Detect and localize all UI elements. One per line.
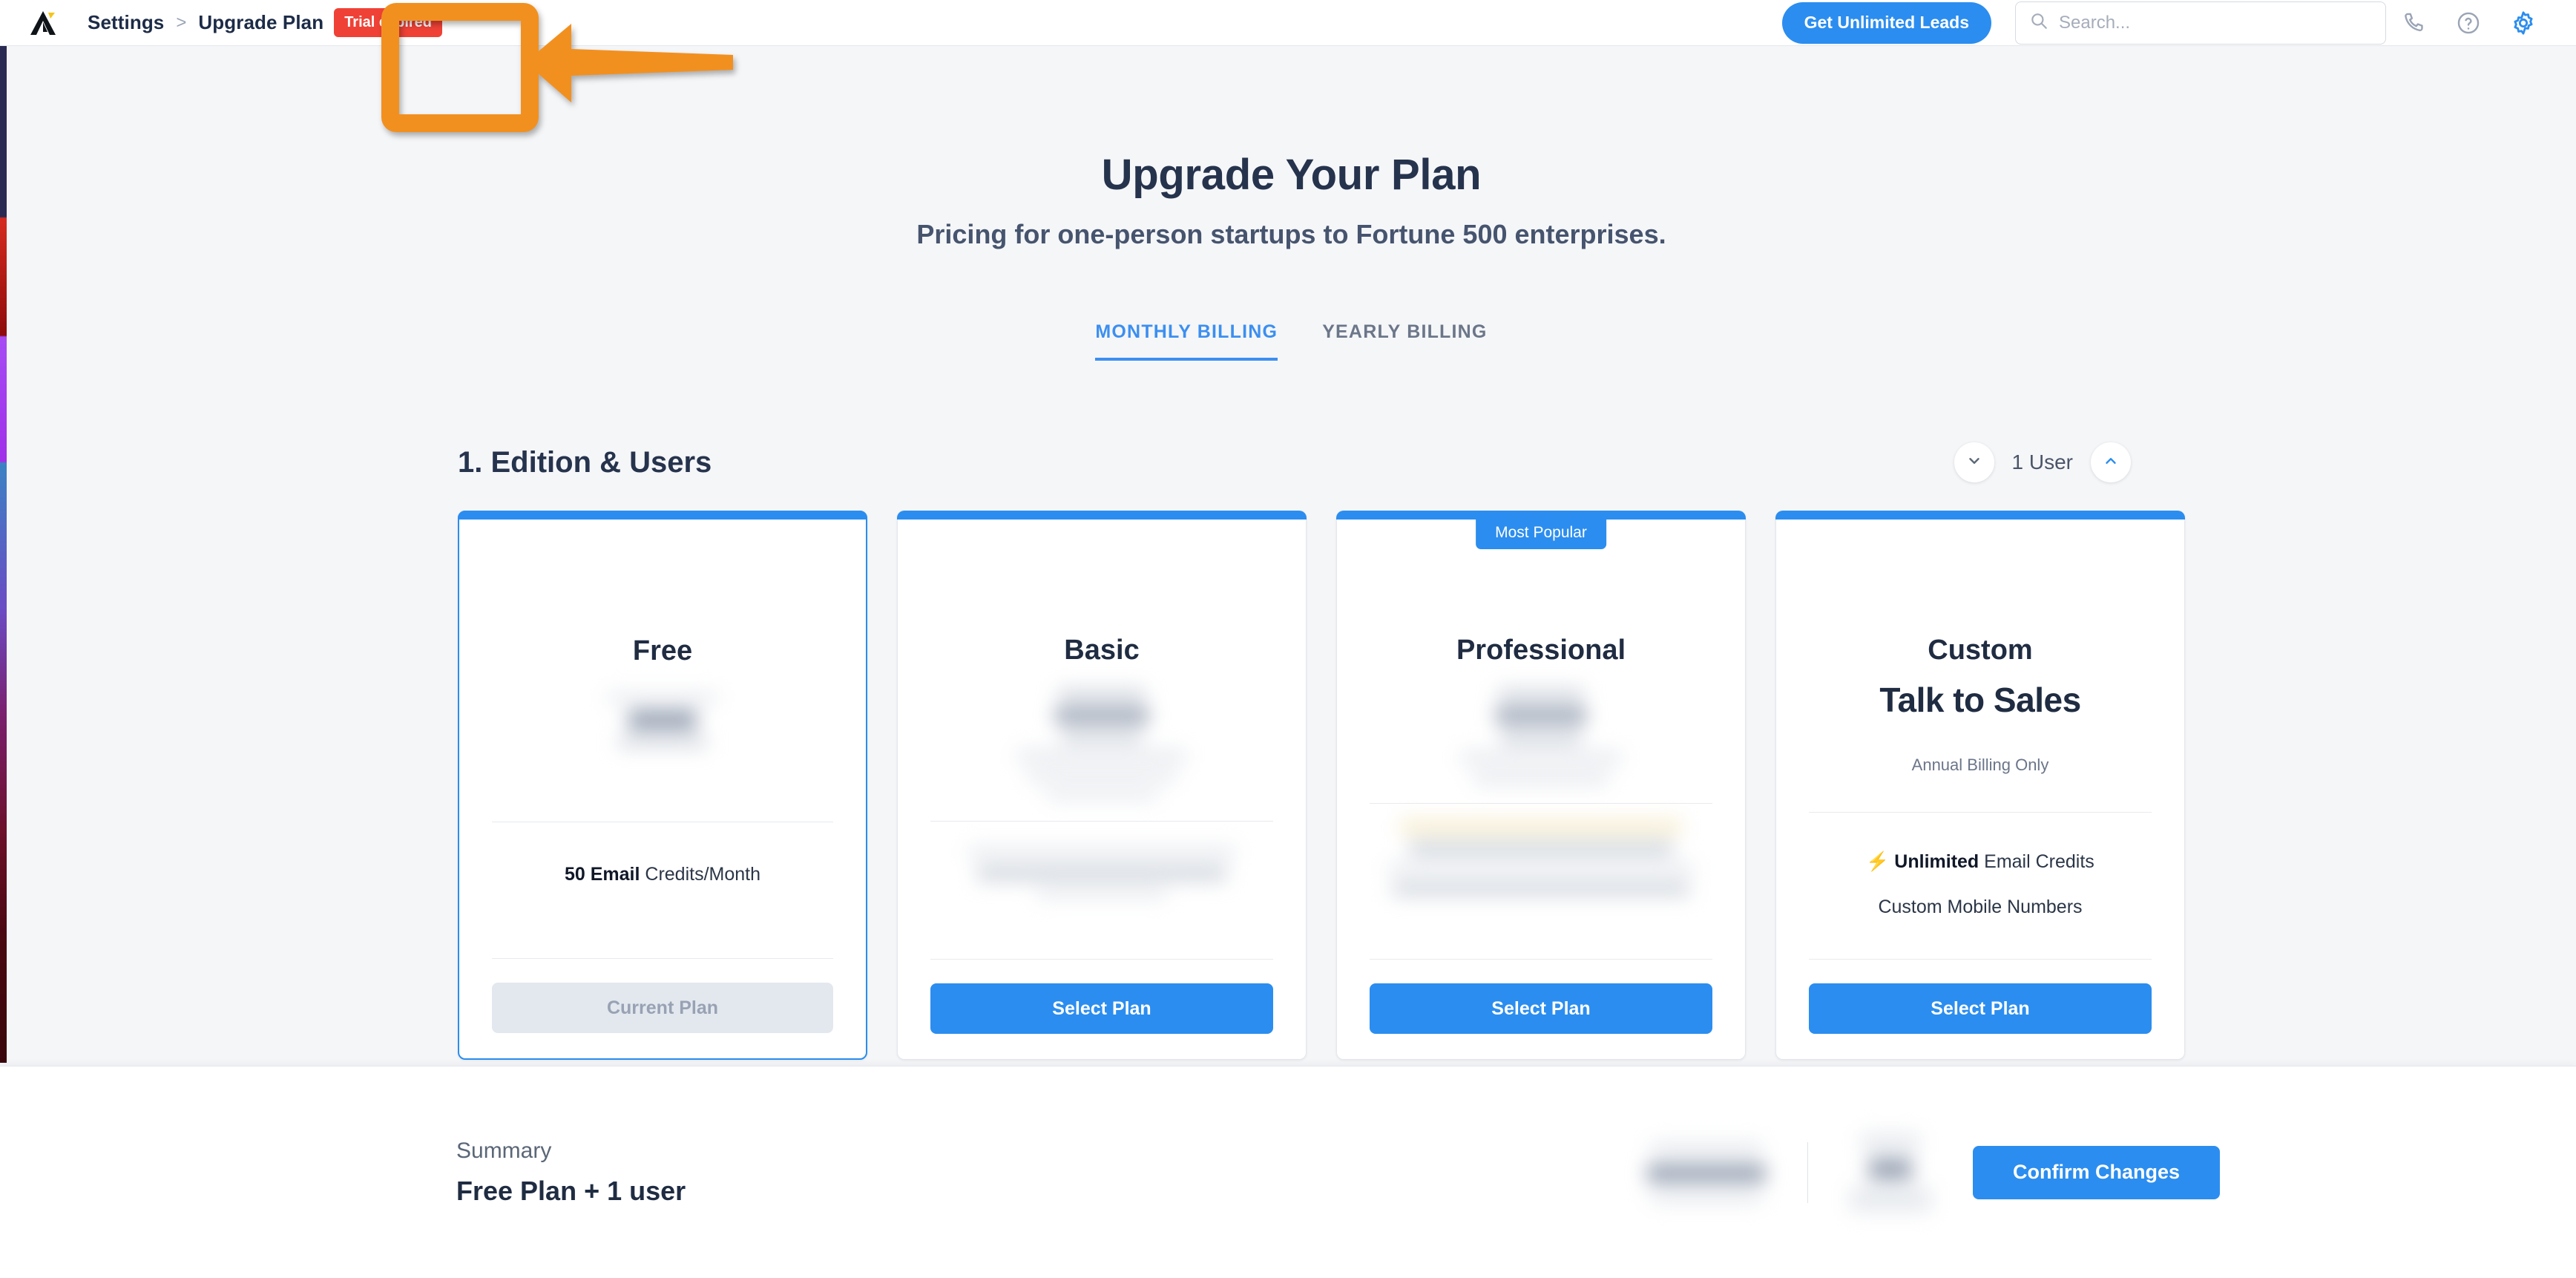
section-title: 1. Edition & Users bbox=[458, 445, 712, 479]
divider bbox=[1807, 1141, 1808, 1203]
card-accent-bar bbox=[458, 511, 867, 520]
summary-actions: Confirm Changes bbox=[1646, 1133, 2220, 1212]
page-subtitle: Pricing for one-person startups to Fortu… bbox=[916, 219, 1666, 249]
plan-name: Professional bbox=[1456, 635, 1626, 666]
user-count-value: 1 User bbox=[2011, 450, 2073, 473]
breadcrumb: Settings > Upgrade Plan bbox=[88, 11, 323, 34]
search-icon bbox=[2029, 11, 2048, 34]
card-accent-bar bbox=[1775, 511, 2185, 520]
plan-billing-note: Annual Billing Only bbox=[1911, 756, 2049, 774]
plan-cards: Free 50 Email Credits/Month Current Plan… bbox=[458, 511, 2576, 1060]
gear-icon[interactable] bbox=[2496, 10, 2551, 36]
plan-name: Custom bbox=[1928, 635, 2033, 666]
select-plan-button-custom[interactable]: Select Plan bbox=[1809, 983, 2152, 1034]
phone-icon[interactable] bbox=[2386, 10, 2441, 36]
divider bbox=[930, 959, 1273, 960]
current-plan-button: Current Plan bbox=[492, 983, 833, 1033]
billing-period-tabs: MONTHLY BILLING YEARLY BILLING bbox=[7, 321, 2576, 361]
plan-feature: ⚡ Unlimited Email Credits bbox=[1866, 851, 2094, 872]
confirm-changes-button[interactable]: Confirm Changes bbox=[1972, 1145, 2220, 1199]
chevron-down-icon bbox=[1966, 453, 1982, 473]
breadcrumb-separator-icon: > bbox=[176, 12, 187, 33]
plan-feature-highlight: 50 Email bbox=[564, 864, 640, 885]
divider bbox=[930, 821, 1273, 822]
top-bar: Settings > Upgrade Plan Trial expired Ge… bbox=[0, 0, 2576, 46]
search-box[interactable] bbox=[2015, 1, 2386, 45]
breadcrumb-item-settings[interactable]: Settings bbox=[88, 11, 164, 34]
plan-card-free[interactable]: Free 50 Email Credits/Month Current Plan bbox=[458, 511, 867, 1060]
select-plan-button-basic[interactable]: Select Plan bbox=[930, 983, 1273, 1034]
tab-yearly-billing[interactable]: YEARLY BILLING bbox=[1322, 321, 1487, 361]
plan-feature: Custom Mobile Numbers bbox=[1878, 897, 2083, 917]
plan-card-custom[interactable]: Custom Talk to Sales Annual Billing Only… bbox=[1775, 511, 2185, 1060]
help-icon[interactable] bbox=[2441, 10, 2496, 36]
divider bbox=[1809, 812, 2152, 813]
search-input[interactable] bbox=[2059, 12, 2372, 33]
user-count-stepper: 1 User bbox=[1954, 442, 2131, 482]
summary-bar: Summary Free Plan + 1 user Confirm Chang… bbox=[0, 1066, 2576, 1278]
divider bbox=[492, 958, 833, 959]
get-unlimited-leads-button[interactable]: Get Unlimited Leads bbox=[1781, 1, 1991, 44]
summary-text: Summary Free Plan + 1 user bbox=[456, 1138, 686, 1207]
select-plan-button-professional[interactable]: Select Plan bbox=[1370, 983, 1712, 1034]
plan-feature-highlight: Unlimited bbox=[1894, 851, 1979, 872]
censored-price bbox=[1461, 689, 1621, 785]
plan-headline: Talk to Sales bbox=[1879, 681, 2081, 719]
breadcrumb-item-upgrade-plan[interactable]: Upgrade Plan bbox=[198, 11, 323, 34]
chevron-up-icon bbox=[2103, 453, 2119, 473]
left-edge-color-strip bbox=[0, 46, 7, 1063]
divider bbox=[1809, 959, 2152, 960]
plan-card-professional[interactable]: Most Popular Professional Select Plan bbox=[1336, 511, 1746, 1060]
decrement-users-button[interactable] bbox=[1954, 442, 1994, 482]
top-bar-actions: Get Unlimited Leads bbox=[1781, 1, 2576, 45]
trial-expired-badge[interactable]: Trial expired bbox=[334, 8, 443, 37]
divider bbox=[1370, 959, 1712, 960]
most-popular-badge: Most Popular bbox=[1476, 519, 1606, 549]
page-title: Upgrade Your Plan bbox=[1101, 151, 1482, 199]
plan-name: Free bbox=[632, 635, 693, 666]
censored-price bbox=[607, 692, 718, 747]
summary-label: Summary bbox=[456, 1138, 552, 1163]
censored-summary-price bbox=[1646, 1141, 1766, 1203]
card-accent-bar bbox=[897, 511, 1307, 520]
lightning-bolt-icon: ⚡ bbox=[1866, 851, 1890, 872]
increment-users-button[interactable] bbox=[2091, 442, 2131, 482]
main-content: Upgrade Your Plan Pricing for one-person… bbox=[7, 46, 2576, 1066]
plan-card-basic[interactable]: Basic Select Plan bbox=[897, 511, 1307, 1060]
censored-features bbox=[1388, 820, 1694, 896]
tab-monthly-billing[interactable]: MONTHLY BILLING bbox=[1095, 321, 1278, 361]
apollo-logo-icon bbox=[27, 8, 60, 38]
plan-feature: 50 Email Credits/Month bbox=[564, 864, 760, 885]
summary-value: Free Plan + 1 user bbox=[456, 1175, 686, 1206]
censored-features bbox=[968, 847, 1235, 899]
app-logo[interactable] bbox=[0, 8, 88, 38]
divider bbox=[1370, 803, 1712, 804]
edition-users-section-header: 1. Edition & Users 1 User bbox=[458, 442, 2131, 482]
censored-price bbox=[1017, 689, 1186, 800]
plan-name: Basic bbox=[1064, 635, 1140, 666]
censored-summary-total bbox=[1849, 1133, 1931, 1212]
